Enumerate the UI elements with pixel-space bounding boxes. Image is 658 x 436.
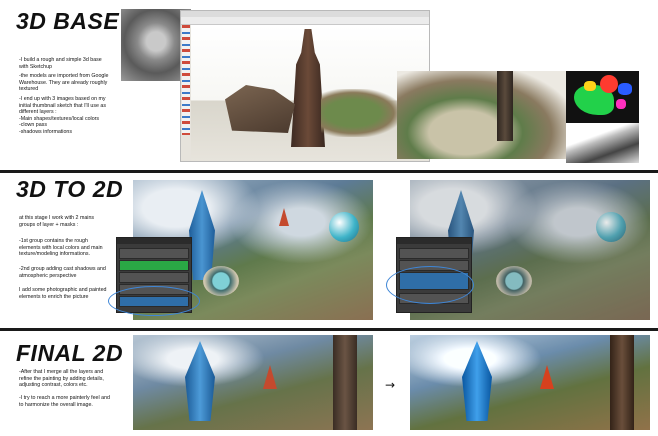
sketchup-tool-palette: [182, 25, 190, 135]
fountain-plaza: [496, 266, 532, 296]
layers-panel-header: [397, 238, 471, 244]
dark-tower: [610, 335, 634, 430]
sketchup-viewport: [191, 25, 429, 161]
section-1-paragraph-3: -I end up with 3 images based on my init…: [19, 96, 106, 135]
section-3-paragraph-2: -I try to reach a more painterly feel an…: [19, 395, 110, 408]
render-pass-image: [397, 71, 567, 159]
clown-pass-blue-area: [618, 83, 632, 95]
section-divider-2: [0, 328, 658, 331]
sketchup-window: [180, 10, 430, 162]
section-title-3d-base: 3D BASE: [16, 8, 120, 34]
final-painting-after: [410, 335, 650, 430]
section-3-paragraph-1: -After that I merge all the layers and r…: [19, 369, 104, 389]
clown-pass-image: [566, 71, 639, 123]
sketchup-toolbar: [181, 17, 429, 25]
cyan-dome: [596, 212, 626, 242]
clown-pass-yellow-area: [584, 81, 596, 91]
layer-row[interactable]: [119, 260, 189, 271]
section-2-paragraph-3: -2nd group adding cast shadows and atmos…: [19, 266, 106, 279]
cyan-dome: [329, 212, 359, 242]
red-roof: [279, 208, 289, 226]
section-title-final-2d: FINAL 2D: [16, 340, 124, 366]
red-roof: [263, 365, 277, 389]
section-2-paragraph-2: -1st group contains the rough elements w…: [19, 238, 103, 258]
castle-model: [225, 85, 295, 133]
layer-row[interactable]: [119, 248, 189, 259]
section-divider-1: [0, 170, 658, 173]
arrow-icon: →: [385, 378, 396, 392]
cathedral-model: [291, 29, 325, 147]
shadow-pass-image: [566, 123, 639, 163]
highlight-ellipse-left: [108, 286, 200, 316]
red-roof: [540, 365, 554, 389]
dark-tower: [333, 335, 357, 430]
blue-spire: [189, 190, 215, 280]
blue-spire: [185, 341, 215, 421]
final-painting-before: [133, 335, 373, 430]
layer-row[interactable]: [399, 248, 469, 259]
garden-model: [321, 89, 401, 137]
section-2-paragraph-1: at this stage I work with 2 mains groups…: [19, 215, 95, 228]
fountain-plaza: [203, 266, 239, 296]
layers-panel-header: [117, 238, 191, 244]
layer-row[interactable]: [119, 272, 189, 283]
blue-spire: [462, 341, 492, 421]
section-title-3d-to-2d: 3D TO 2D: [16, 176, 124, 202]
render-tower: [497, 71, 513, 141]
clown-pass-magenta-area: [616, 99, 626, 109]
clown-pass-red-area: [600, 75, 618, 93]
highlight-ellipse-right: [386, 266, 474, 304]
